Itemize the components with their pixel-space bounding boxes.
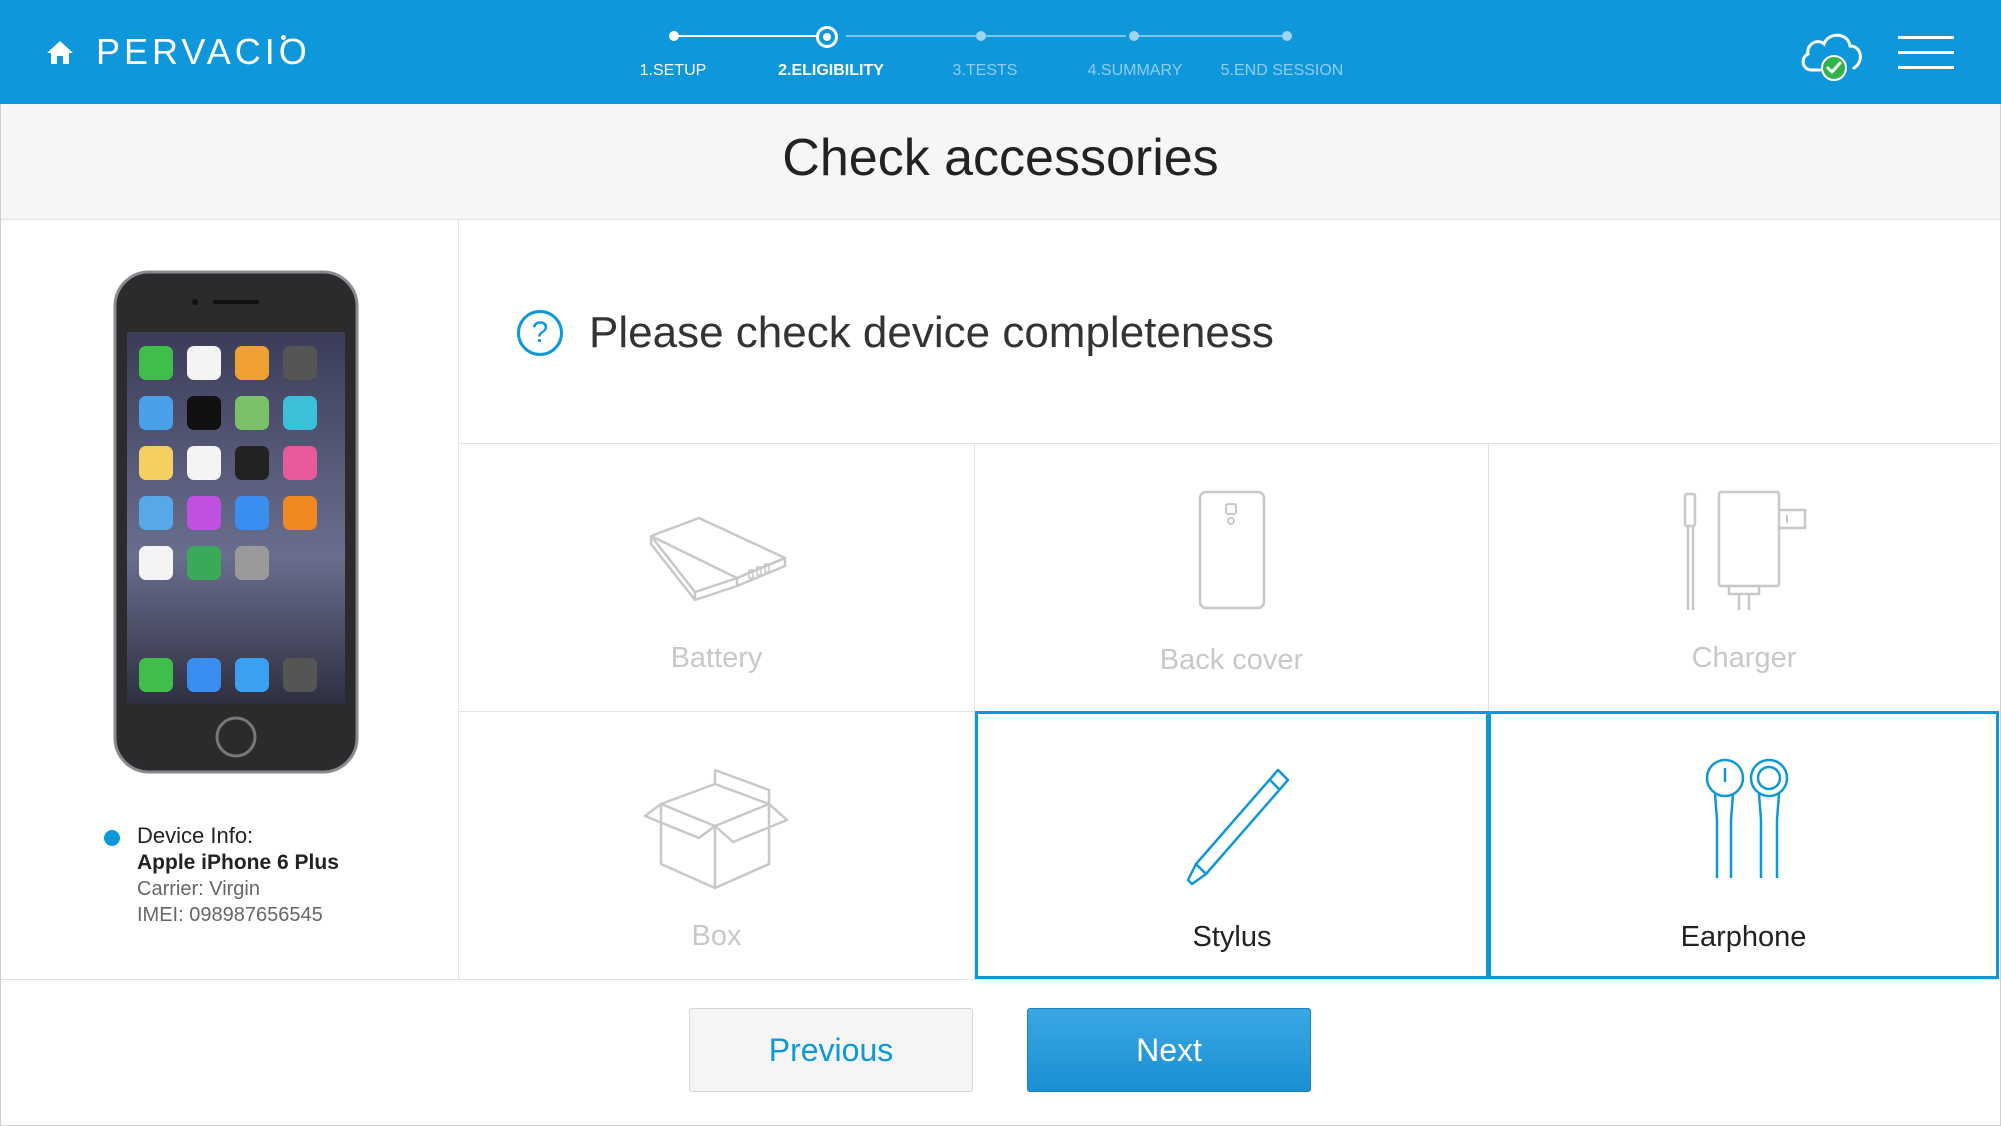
back-cover-icon [1198, 490, 1266, 610]
accessory-label: Back cover [1159, 644, 1304, 676]
step-label-tests[interactable]: 3.TESTS [953, 62, 1018, 80]
help-question-icon: ? [517, 310, 563, 356]
top-bar: PERVACIO 1.SETUP 2.ELIGIBILITY 3.TESTS 4… [0, 0, 2001, 104]
accessory-label: Box [691, 920, 742, 952]
device-info-bullet [104, 830, 120, 846]
step-connector [676, 35, 824, 37]
step-connector [846, 35, 976, 37]
accessory-label: Battery [670, 642, 763, 674]
page-title: Check accessories [782, 129, 1219, 187]
step-dot-eligibility [816, 26, 838, 48]
accessory-charger[interactable]: Charger [1489, 444, 1999, 711]
cloud-check-icon[interactable] [1796, 26, 1868, 84]
next-button[interactable]: Next [1027, 1008, 1311, 1092]
step-dot-summary [1129, 31, 1139, 41]
phone-image [113, 270, 359, 774]
charger-icon [1683, 490, 1807, 610]
stylus-icon [1186, 768, 1290, 886]
progress-stepper: 1.SETUP 2.ELIGIBILITY 3.TESTS 4.SUMMARY … [0, 0, 2001, 104]
grid-divider [1, 979, 2000, 980]
step-connector [1136, 35, 1284, 37]
accessory-battery[interactable]: Battery [459, 444, 974, 711]
step-label-eligibility[interactable]: 2.ELIGIBILITY [778, 62, 884, 80]
title-band: Check accessories [1, 104, 2000, 220]
accessory-label: Stylus [1192, 921, 1272, 953]
device-info-label: Device Info: [137, 823, 254, 848]
accessory-earphone[interactable]: Earphone [1488, 711, 1999, 979]
step-connector [986, 35, 1126, 37]
accessory-back-cover[interactable]: Back cover [975, 444, 1488, 711]
accessory-label: Earphone [1680, 921, 1807, 953]
device-carrier: Carrier: Virgin [137, 878, 260, 900]
earphone-icon [1705, 758, 1789, 878]
device-model: Apple iPhone 6 Plus [137, 851, 339, 874]
step-label-setup[interactable]: 1.SETUP [640, 62, 707, 80]
accessory-box[interactable]: Box [459, 712, 974, 979]
step-label-end-session[interactable]: 5.END SESSION [1221, 62, 1344, 80]
accessory-stylus[interactable]: Stylus [975, 711, 1489, 979]
step-dot-setup [669, 31, 679, 41]
device-imei: IMEI: 098987656545 [137, 904, 323, 926]
step-dot-end-session [1282, 31, 1292, 41]
step-dot-tests [976, 31, 986, 41]
battery-icon [649, 516, 787, 602]
previous-button[interactable]: Previous [689, 1008, 973, 1092]
hamburger-menu-icon[interactable] [1898, 36, 1954, 70]
question-text: Please check device completeness [589, 308, 1274, 357]
accessory-label: Charger [1691, 642, 1797, 674]
box-icon [643, 768, 789, 890]
step-label-summary[interactable]: 4.SUMMARY [1088, 62, 1183, 80]
